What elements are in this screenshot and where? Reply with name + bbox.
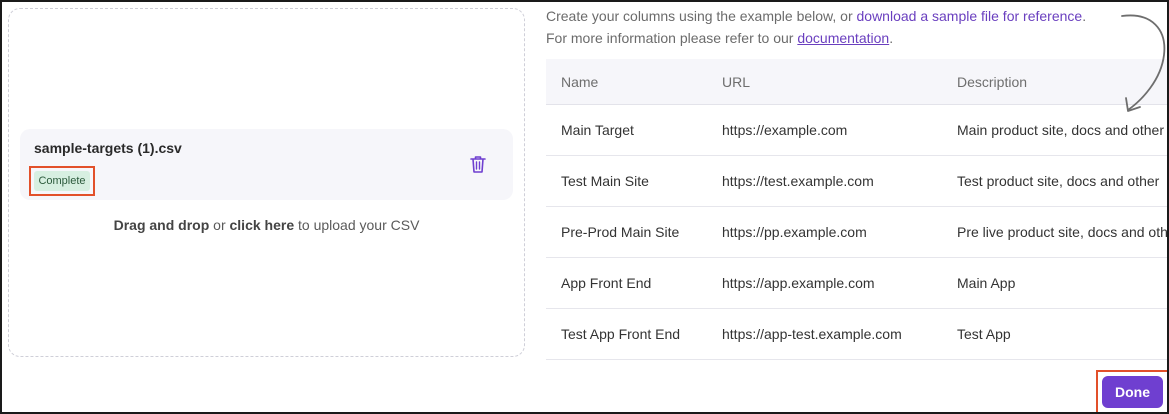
drag-drop-text: Drag and drop xyxy=(113,217,210,233)
hint-or: or xyxy=(209,217,230,233)
upload-hint: Drag and drop or click here to upload yo… xyxy=(9,217,524,233)
status-highlight: Complete xyxy=(29,166,95,196)
intro-text: Create your columns using the example be… xyxy=(546,5,1086,49)
cell-name: Test Main Site xyxy=(561,173,649,189)
done-button[interactable]: Done xyxy=(1102,376,1163,408)
download-sample-link[interactable]: download a sample file for reference xyxy=(857,8,1083,24)
uploaded-file-card: sample-targets (1).csv Complete xyxy=(20,129,513,200)
header-name: Name xyxy=(561,73,599,90)
screen-frame: sample-targets (1).csv Complete Drag and… xyxy=(0,0,1169,414)
cell-name: Main Target xyxy=(561,122,634,138)
table-row: Main Target https://example.com Main pro… xyxy=(546,105,1167,156)
table-header: Name URL Description xyxy=(546,59,1167,105)
click-here-link[interactable]: click here xyxy=(230,217,295,233)
done-highlight: Done xyxy=(1096,370,1167,412)
cell-description: Test App xyxy=(957,326,1011,342)
cell-url: https://app.example.com xyxy=(722,275,875,291)
curved-arrow-icon xyxy=(1121,14,1166,112)
table-row: Test Main Site https://test.example.com … xyxy=(546,156,1167,207)
cell-url: https://test.example.com xyxy=(722,173,874,189)
cell-url: https://pp.example.com xyxy=(722,224,867,240)
cell-description: Test product site, docs and other xyxy=(957,173,1160,189)
table-row: App Front End https://app.example.com Ma… xyxy=(546,258,1167,309)
table-row: Test App Front End https://app-test.exam… xyxy=(546,309,1167,360)
cell-name: Pre-Prod Main Site xyxy=(561,224,680,240)
cell-description: Main App xyxy=(957,275,1016,291)
hint-rest: to upload your CSV xyxy=(294,217,420,233)
header-url: URL xyxy=(722,73,751,90)
csv-dropzone[interactable]: sample-targets (1).csv Complete Drag and… xyxy=(8,8,525,357)
status-badge: Complete xyxy=(34,171,90,191)
table-row: Pre-Prod Main Site https://pp.example.co… xyxy=(546,207,1169,258)
intro-line-1: Create your columns using the example be… xyxy=(546,8,1087,24)
trash-icon[interactable] xyxy=(469,154,487,174)
documentation-link[interactable]: documentation xyxy=(797,30,889,46)
cell-url: https://app-test.example.com xyxy=(722,326,902,342)
cell-url: https://example.com xyxy=(722,122,848,138)
cell-description: Pre live product site, docs and other xyxy=(957,224,1169,240)
file-name: sample-targets (1).csv xyxy=(34,140,182,156)
example-table: Name URL Description Main Target https:/… xyxy=(546,59,1169,360)
cell-name: App Front End xyxy=(561,275,652,291)
intro-line-2: For more information please refer to our… xyxy=(546,30,894,46)
cell-name: Test App Front End xyxy=(561,326,681,342)
